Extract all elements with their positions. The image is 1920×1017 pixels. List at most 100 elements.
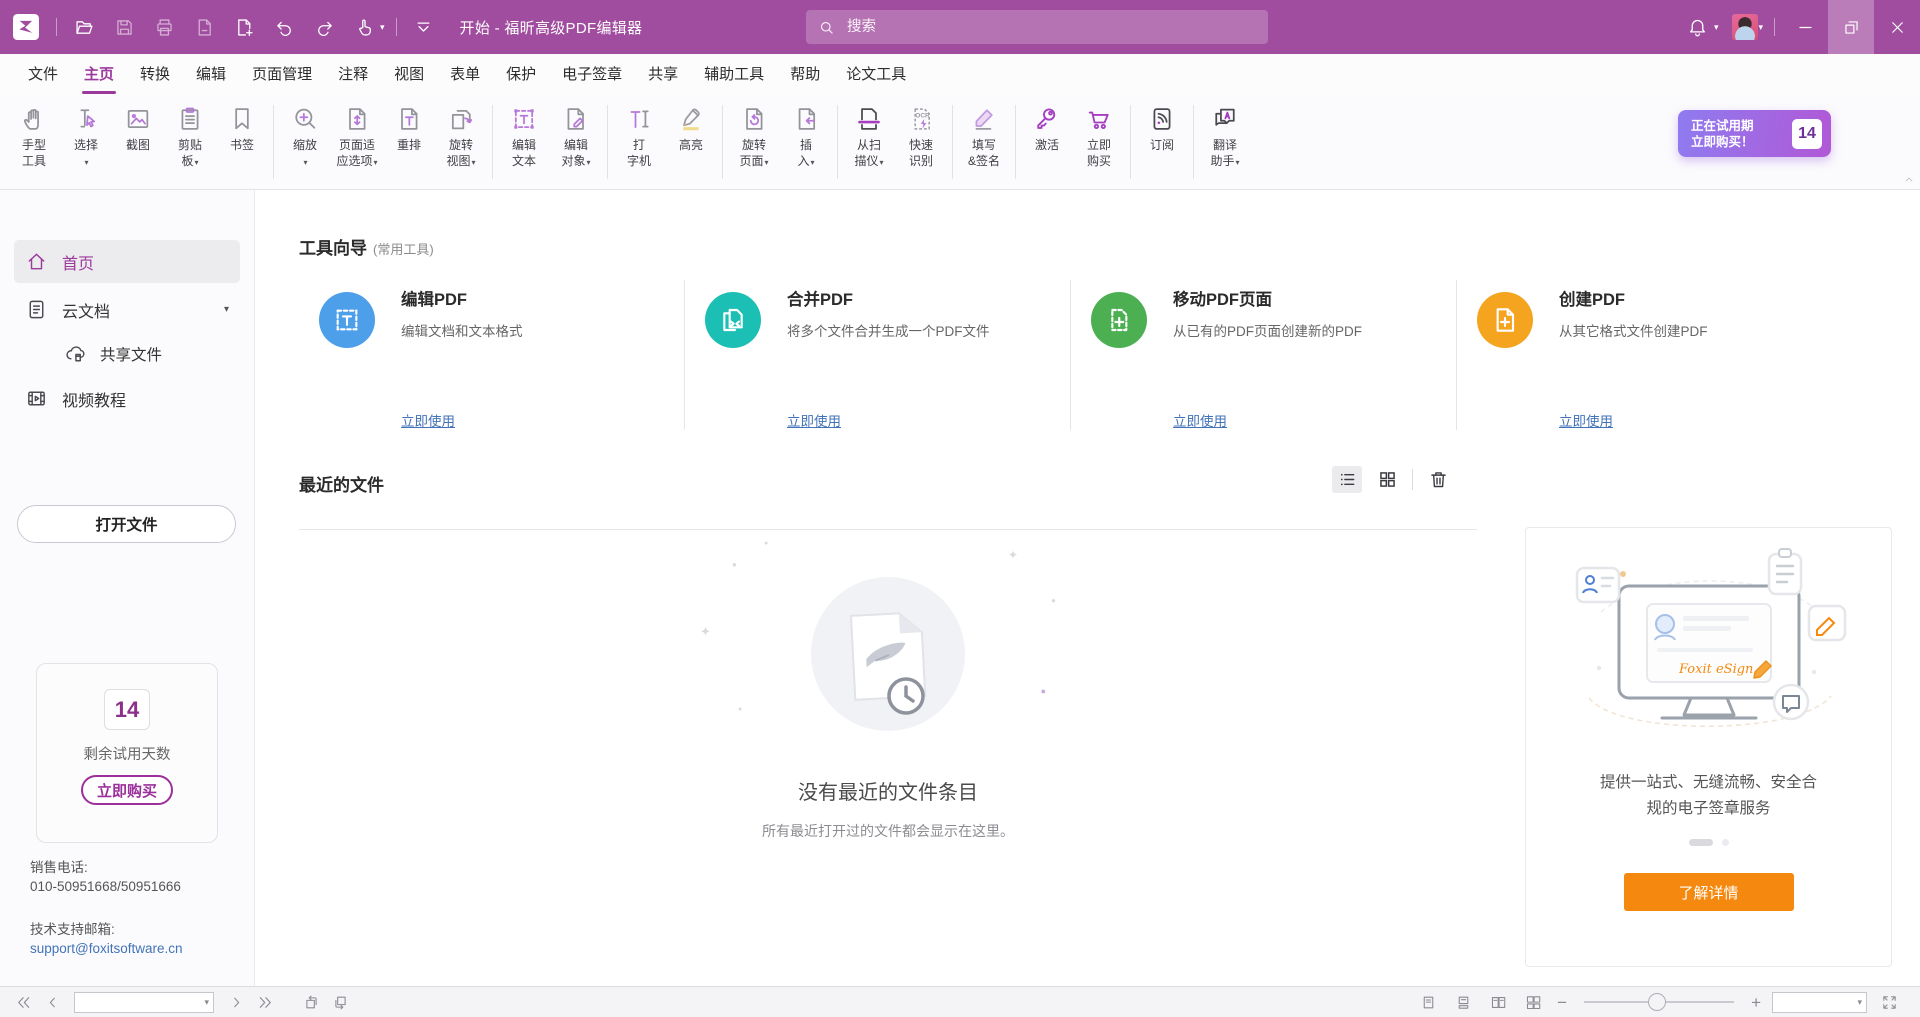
collapse-toolbar-icon[interactable] xyxy=(412,15,436,39)
learn-more-button[interactable]: 了解详情 xyxy=(1624,873,1794,911)
divider xyxy=(1774,18,1775,36)
tool-card-title: 合并PDF xyxy=(787,286,990,310)
previous-view-button[interactable] xyxy=(298,990,324,1014)
menu-item[interactable]: 辅助工具 xyxy=(691,54,777,96)
tool-button[interactable]: 填写&签名 xyxy=(958,103,1010,170)
chevron-down-icon[interactable]: ▾ xyxy=(204,997,209,1008)
tool-button[interactable]: 缩放▾ xyxy=(279,103,331,172)
page-number-input[interactable] xyxy=(75,995,204,1009)
menu-item[interactable]: 转换 xyxy=(127,54,183,96)
zoom-slider[interactable] xyxy=(1584,1001,1734,1003)
facing-view-button[interactable] xyxy=(1485,990,1511,1014)
menu-item[interactable]: 共享 xyxy=(635,54,691,96)
minimize-button[interactable] xyxy=(1782,0,1828,54)
use-now-link[interactable]: 立即使用 xyxy=(1173,410,1227,430)
next-view-button[interactable] xyxy=(327,990,353,1014)
carousel-dot-active[interactable] xyxy=(1689,839,1713,846)
support-email[interactable]: support@foxitsoftware.cn xyxy=(30,939,240,958)
grid-view-button[interactable] xyxy=(1372,466,1402,493)
tool-button[interactable]: 手型工具 xyxy=(8,103,60,170)
chevron-down-icon[interactable]: ▾ xyxy=(1758,22,1763,33)
chevron-down-icon[interactable]: ▾ xyxy=(224,304,229,315)
use-now-link[interactable]: 立即使用 xyxy=(401,410,455,430)
tool-button[interactable]: 立即购买 xyxy=(1073,103,1125,170)
restore-button[interactable] xyxy=(1828,0,1874,54)
tool-button-label: 重排 xyxy=(397,137,421,153)
sidebar-item[interactable]: 共享文件 xyxy=(52,336,240,372)
trial-banner-line2: 立即购买！ xyxy=(1691,134,1792,150)
tool-button[interactable]: 插入▾ xyxy=(780,103,832,172)
carousel-dot[interactable] xyxy=(1722,839,1729,846)
search-box[interactable] xyxy=(806,10,1268,44)
remove-page-icon[interactable] xyxy=(192,15,216,39)
tool-button[interactable]: 剪贴板▾ xyxy=(164,103,216,172)
zoom-slider-thumb[interactable] xyxy=(1648,993,1666,1011)
tool-button[interactable]: 旋转页面▾ xyxy=(728,103,780,172)
tool-button[interactable]: 打字机 xyxy=(613,103,665,170)
undo-icon[interactable] xyxy=(272,15,296,39)
menu-item[interactable]: 表单 xyxy=(437,54,493,96)
sidebar-item[interactable]: 首页 xyxy=(14,240,240,283)
tool-button[interactable]: 订阅 xyxy=(1136,103,1188,154)
buy-now-button[interactable]: 立即购买 xyxy=(81,775,173,805)
scroll-up-icon[interactable] xyxy=(1903,174,1915,186)
menu-item[interactable]: 电子签章 xyxy=(549,54,635,96)
open-folder-icon[interactable] xyxy=(72,15,96,39)
tool-button[interactable]: 编辑文本 xyxy=(498,103,550,170)
zoom-out-button[interactable]: − xyxy=(1555,994,1569,1011)
tool-button[interactable]: 页面适应选项▾ xyxy=(331,103,383,172)
zoom-level-box[interactable]: ▾ xyxy=(1772,992,1867,1013)
menu-item[interactable]: 论文工具 xyxy=(833,54,919,96)
last-page-button[interactable] xyxy=(252,990,278,1014)
menu-item[interactable]: 帮助 xyxy=(777,54,833,96)
chevron-down-icon[interactable]: ▾ xyxy=(1857,997,1862,1008)
avatar[interactable] xyxy=(1732,14,1758,40)
tool-button[interactable]: 翻译助手▾ xyxy=(1199,103,1251,172)
save-icon[interactable] xyxy=(112,15,136,39)
sidebar-item[interactable]: 视频教程 xyxy=(14,377,240,420)
list-view-button[interactable] xyxy=(1332,466,1362,493)
tool-button[interactable]: 书签 xyxy=(216,103,268,154)
tool-button[interactable]: 截图 xyxy=(112,103,164,154)
trash-button[interactable] xyxy=(1423,466,1453,493)
search-input[interactable] xyxy=(845,18,1256,36)
tool-button[interactable]: 高亮 xyxy=(665,103,717,154)
sidebar-item[interactable]: 云文档▾ xyxy=(14,288,240,331)
next-page-button[interactable] xyxy=(223,990,249,1014)
tool-button[interactable]: 旋转视图▾ xyxy=(435,103,487,172)
menu-item[interactable]: 编辑 xyxy=(183,54,239,96)
facing-continuous-view-button[interactable] xyxy=(1520,990,1546,1014)
continuous-view-button[interactable] xyxy=(1450,990,1476,1014)
tool-button[interactable]: 激活 xyxy=(1021,103,1073,154)
tool-button[interactable]: 重排 xyxy=(383,103,435,154)
use-now-link[interactable]: 立即使用 xyxy=(787,410,841,430)
trial-banner[interactable]: 正在试用期 立即购买！ 14 xyxy=(1678,110,1831,157)
chevron-down-icon[interactable]: ▾ xyxy=(1714,22,1719,33)
menu-item[interactable]: 主页 xyxy=(71,54,127,96)
support-label: 技术支持邮箱: xyxy=(30,920,240,939)
bell-icon[interactable] xyxy=(1686,15,1710,39)
use-now-link[interactable]: 立即使用 xyxy=(1559,410,1613,430)
open-file-button[interactable]: 打开文件 xyxy=(17,505,236,543)
fullscreen-button[interactable] xyxy=(1876,990,1902,1014)
tool-button[interactable]: 编辑对象▾ xyxy=(550,103,602,172)
zoom-in-button[interactable]: + xyxy=(1749,994,1763,1011)
hand-pointer-icon[interactable] xyxy=(352,15,376,39)
tool-button[interactable]: 从扫描仪▾ xyxy=(843,103,895,172)
add-page-icon[interactable] xyxy=(232,15,256,39)
menu-item[interactable]: 文件 xyxy=(15,54,71,96)
previous-page-button[interactable] xyxy=(39,990,65,1014)
menu-item[interactable]: 保护 xyxy=(493,54,549,96)
print-icon[interactable] xyxy=(152,15,176,39)
chevron-down-icon[interactable]: ▾ xyxy=(380,22,385,33)
single-page-view-button[interactable] xyxy=(1415,990,1441,1014)
tool-button[interactable]: OCR快速识别 xyxy=(895,103,947,170)
menu-item[interactable]: 页面管理 xyxy=(239,54,325,96)
close-button[interactable] xyxy=(1874,0,1920,54)
redo-icon[interactable] xyxy=(312,15,336,39)
page-number-box[interactable]: ▾ xyxy=(74,992,214,1013)
menu-item[interactable]: 注释 xyxy=(325,54,381,96)
menu-item[interactable]: 视图 xyxy=(381,54,437,96)
tool-button[interactable]: 选择▾ xyxy=(60,103,112,172)
first-page-button[interactable] xyxy=(10,990,36,1014)
